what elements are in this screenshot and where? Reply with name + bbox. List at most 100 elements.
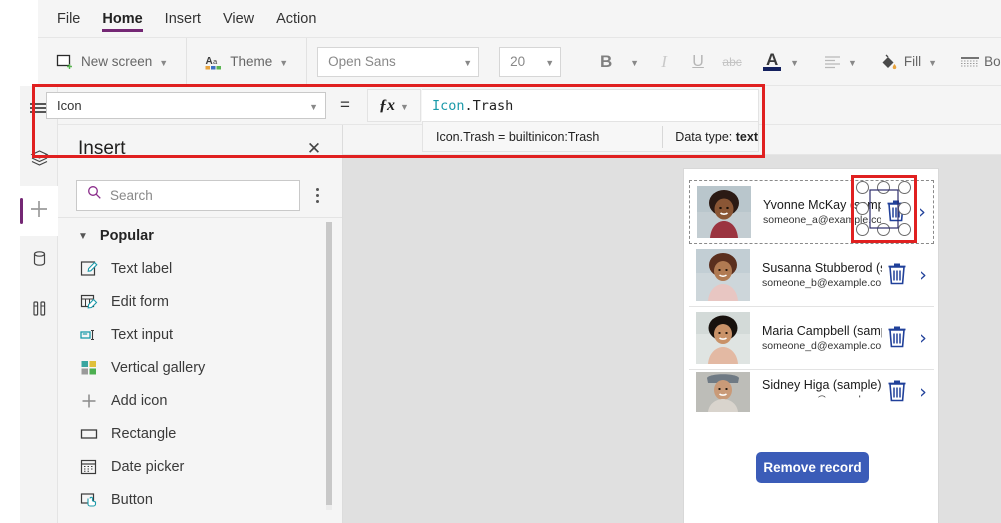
rail-item-insert[interactable] [20, 186, 58, 236]
menu-item-home[interactable]: Home [91, 0, 153, 38]
delete-icon-wrap[interactable] [882, 324, 912, 353]
ribbon-group-fontsize: 20 ▼ [489, 38, 571, 86]
button-icon [80, 491, 98, 509]
delete-icon-wrap[interactable] [882, 261, 912, 290]
screens-icon [29, 148, 50, 174]
chevron-down-icon: ▼ [309, 101, 318, 112]
trash-icon[interactable] [886, 324, 908, 353]
font-family-value: Open Sans [328, 54, 396, 69]
edit-form-icon [80, 293, 98, 311]
list-item-label: Text input [111, 326, 174, 343]
chevron-down-icon: ▼ [279, 57, 289, 68]
fill-button[interactable]: Fill ▼ [865, 49, 945, 75]
next-arrow-icon[interactable]: › [912, 381, 934, 403]
bold-icon: B [600, 51, 613, 71]
gallery-row-name: Sidney Higa (sample) [762, 378, 882, 392]
list-item-label: Button [111, 491, 153, 508]
menu-item-insert[interactable]: Insert [154, 0, 212, 38]
avatar [696, 372, 750, 412]
gallery-row-2[interactable]: Maria Campbell (sample) someone_d@exampl… [689, 307, 934, 370]
tooltip-datatype-value: text [735, 129, 758, 144]
next-arrow-icon[interactable]: › [912, 327, 934, 349]
theme-button[interactable]: A a Theme ▼ [197, 49, 296, 75]
next-arrow-icon[interactable]: › [911, 201, 933, 223]
fill-bucket-icon [879, 53, 897, 71]
new-screen-button[interactable]: New screen ▼ [48, 49, 176, 75]
font-color-button[interactable]: A ▼ [749, 48, 807, 75]
rail-item-media[interactable] [20, 286, 58, 336]
underline-button[interactable]: U [681, 45, 715, 79]
search-input[interactable]: Search [76, 179, 300, 211]
vertical-gallery[interactable]: Yvonne McKay (sample) someone_a@example.… [689, 180, 934, 430]
rail-item-screens[interactable] [20, 136, 58, 186]
formula-input[interactable]: Icon .Trash [422, 89, 759, 122]
property-select[interactable]: Icon ▼ [46, 92, 326, 119]
close-icon[interactable]: ✕ [304, 139, 324, 159]
fill-label: Fill [903, 54, 922, 69]
insert-panel-scrollbar[interactable] [326, 222, 332, 510]
trash-icon[interactable] [885, 198, 907, 227]
font-color-swatch [763, 67, 782, 71]
trash-icon[interactable] [886, 261, 908, 290]
chevron-down-icon: ▼ [78, 230, 88, 242]
list-item-label: Text label [111, 260, 173, 277]
tooltip-datatype-label: Data type: [675, 129, 733, 144]
list-item-label: Rectangle [111, 425, 177, 442]
plus-icon [28, 198, 50, 225]
ribbon-toolbar: New screen ▼ A a Theme ▼ Open Sans ▼ 20 … [38, 37, 1001, 86]
font-size-select[interactable]: 20 ▼ [499, 46, 562, 77]
align-button[interactable]: ▼ [807, 49, 865, 75]
gallery-row-0[interactable]: Yvonne McKay (sample) someone_a@example.… [689, 180, 934, 244]
avatar [696, 249, 750, 301]
next-arrow-icon[interactable]: › [912, 264, 934, 286]
tooltip-expression: Icon.Trash = builtinicon:Trash [436, 129, 600, 144]
rail-item-data[interactable] [20, 236, 58, 286]
svg-text:a: a [213, 57, 218, 66]
font-color-icon: A [761, 50, 783, 71]
list-item-edit-form[interactable]: Edit form [58, 285, 342, 318]
ribbon-group-font: Open Sans ▼ [307, 38, 489, 86]
delete-icon-wrap[interactable] [881, 198, 911, 227]
menu-item-view[interactable]: View [212, 0, 265, 38]
more-options-icon[interactable] [306, 187, 328, 203]
list-item-add-icon[interactable]: Add icon [58, 384, 342, 417]
italic-button[interactable]: I [647, 45, 681, 79]
strikethrough-button[interactable]: abc [715, 45, 749, 79]
list-item-date-picker[interactable]: Date picker [58, 450, 342, 483]
align-left-icon [823, 53, 841, 71]
list-item-text-input[interactable]: Text input [58, 318, 342, 351]
menu-item-file[interactable]: File [46, 0, 91, 38]
list-item-label: Vertical gallery [111, 359, 206, 376]
list-item-label: Date picker [111, 458, 185, 475]
gallery-row-email: someone_b@example.com [762, 277, 882, 289]
chevron-down-icon: ▼ [630, 57, 640, 68]
trash-icon[interactable] [886, 378, 908, 407]
delete-icon-wrap[interactable] [882, 378, 912, 407]
gallery-row-3[interactable]: Sidney Higa (sample) someone_c@example.c… [689, 370, 934, 414]
font-family-select[interactable]: Open Sans ▼ [317, 46, 480, 77]
insert-panel-list: ▼ Popular Text label Edit form Text inpu… [58, 217, 342, 515]
list-item-label: Add icon [111, 392, 168, 409]
font-size-value: 20 [510, 54, 526, 69]
list-item-vertical-gallery[interactable]: Vertical gallery [58, 351, 342, 384]
date-picker-icon [80, 458, 98, 476]
theme-icon: A a [205, 53, 223, 71]
list-item-button[interactable]: Button [58, 483, 342, 515]
gallery-row-name: Yvonne McKay (sample) [763, 198, 881, 212]
menu-item-action[interactable]: Action [265, 0, 327, 38]
new-screen-label: New screen [81, 54, 153, 69]
border-button[interactable]: Border ▼ [945, 49, 1001, 75]
gallery-row-1[interactable]: Susanna Stubberod (sample) someone_b@exa… [689, 244, 934, 307]
property-value: Icon [57, 98, 82, 113]
list-item-text-label[interactable]: Text label [58, 252, 342, 285]
database-icon [30, 249, 49, 273]
gallery-row-info: Susanna Stubberod (sample) someone_b@exa… [750, 261, 882, 289]
insert-group-popular[interactable]: ▼ Popular [58, 218, 342, 252]
list-item-label: Edit form [111, 293, 170, 310]
font-color-letter: A [765, 50, 779, 70]
list-item-rectangle[interactable]: Rectangle [58, 417, 342, 450]
new-screen-icon [56, 53, 74, 71]
remove-record-button[interactable]: Remove record [756, 452, 869, 483]
fx-button[interactable]: ƒx ▼ [367, 89, 421, 122]
bold-button[interactable]: B ▼ [581, 41, 647, 83]
